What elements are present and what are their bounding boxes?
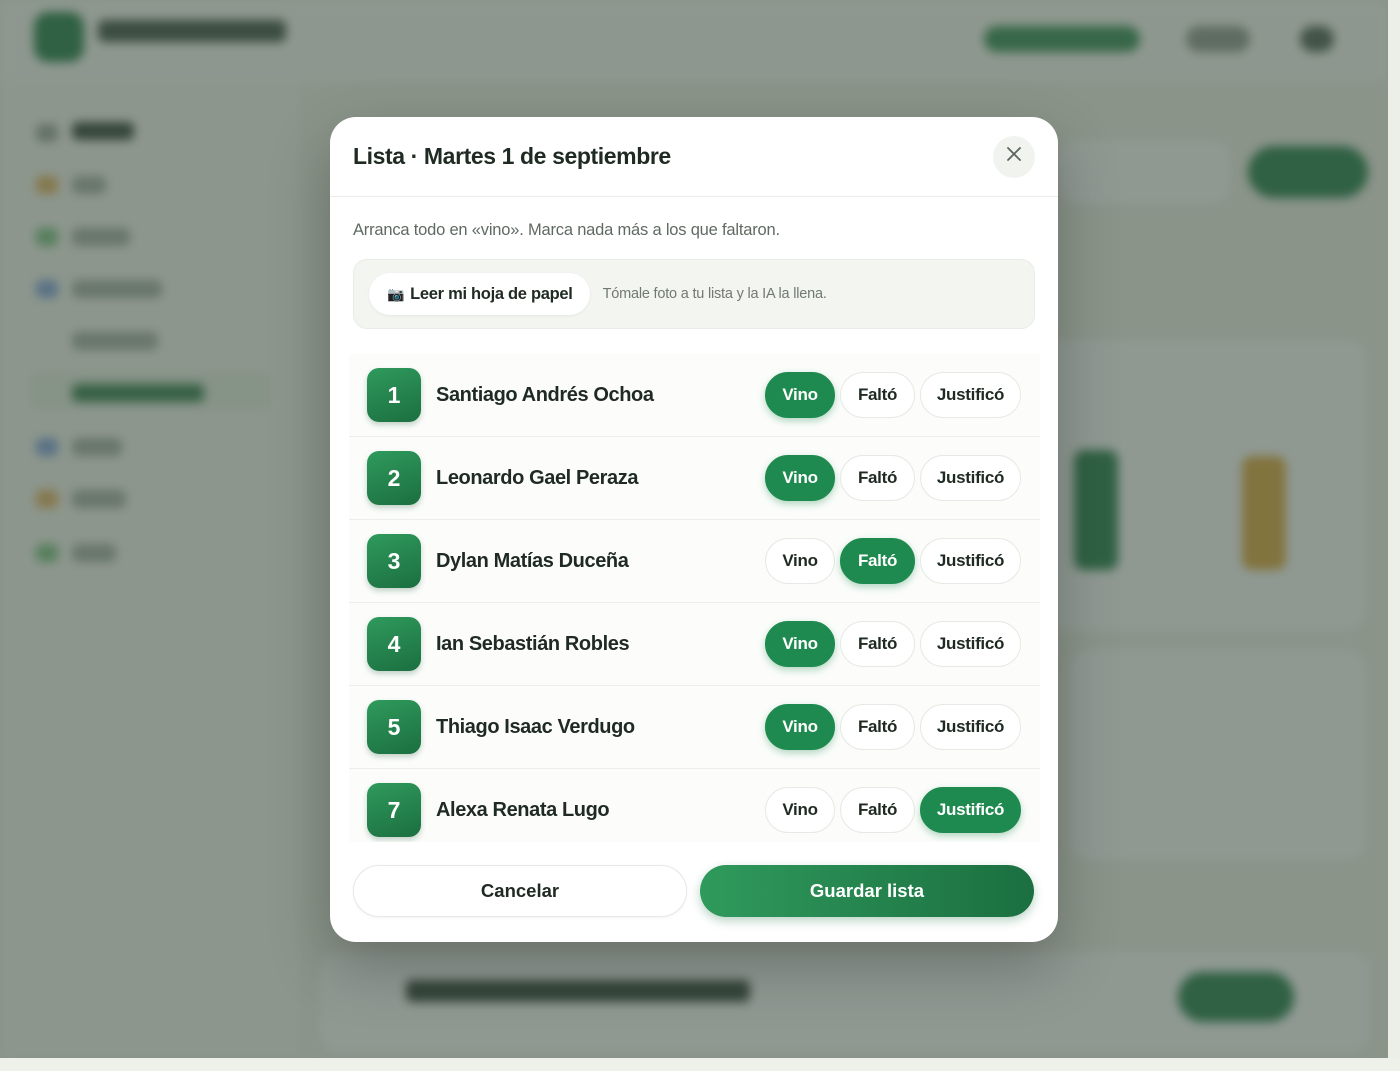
absent-option-button[interactable]: Faltó	[840, 455, 915, 501]
read-paper-sheet-button[interactable]: 📷 Leer mi hoja de papel	[369, 273, 590, 315]
student-name: Leonardo Gael Peraza	[436, 466, 639, 489]
student-number-badge: 5	[367, 700, 421, 754]
close-icon	[1005, 145, 1023, 168]
excused-option-button[interactable]: Justificó	[920, 538, 1021, 584]
present-option-button[interactable]: Vino	[765, 787, 835, 833]
student-number-badge: 3	[367, 534, 421, 588]
save-list-button[interactable]: Guardar lista	[700, 865, 1034, 917]
bottom-strip	[0, 1058, 1400, 1071]
excused-option-button[interactable]: Justificó	[920, 372, 1021, 418]
student-number-badge: 4	[367, 617, 421, 671]
excused-option-button[interactable]: Justificó	[920, 621, 1021, 667]
absent-option-button[interactable]: Faltó	[840, 372, 915, 418]
present-option-button[interactable]: Vino	[765, 455, 835, 501]
absent-option-button[interactable]: Faltó	[840, 787, 915, 833]
absent-option-button[interactable]: Faltó	[840, 704, 915, 750]
student-row: 4 Ian Sebastián Robles Vino Faltó Justificó	[349, 603, 1040, 686]
student-name: Ian Sebastián Robles	[436, 632, 630, 655]
student-number-badge: 2	[367, 451, 421, 505]
ocr-hint: Tómale foto a tu lista y la IA la llena.	[602, 286, 827, 302]
attendance-options: Vino Faltó Justificó	[765, 372, 1021, 418]
excused-option-button[interactable]: Justificó	[920, 455, 1021, 501]
student-row: 5 Thiago Isaac Verdugo Vino Faltó Justificó	[349, 686, 1040, 769]
student-name: Dylan Matías Duceña	[436, 549, 629, 572]
present-option-button[interactable]: Vino	[765, 621, 835, 667]
student-name: Thiago Isaac Verdugo	[436, 715, 635, 738]
camera-icon: 📷	[387, 285, 405, 302]
student-row: 3 Dylan Matías Duceña Vino Faltó Justificó	[349, 520, 1040, 603]
student-row: 2 Leonardo Gael Peraza Vino Faltó Justificó	[349, 437, 1040, 520]
student-number-badge: 1	[367, 368, 421, 422]
attendance-modal: Lista · Martes 1 de septiembre Arranca t…	[330, 117, 1058, 942]
absent-option-button[interactable]: Faltó	[840, 538, 915, 584]
excused-option-button[interactable]: Justificó	[920, 704, 1021, 750]
student-name: Santiago Andrés Ochoa	[436, 383, 654, 406]
modal-subtitle: Arranca todo en «vino». Marca nada más a…	[353, 221, 780, 239]
modal-title: Lista · Martes 1 de septiembre	[353, 143, 671, 169]
present-option-button[interactable]: Vino	[765, 538, 835, 584]
attendance-options: Vino Faltó Justificó	[765, 787, 1021, 833]
absent-option-button[interactable]: Faltó	[840, 621, 915, 667]
modal-header: Lista · Martes 1 de septiembre	[330, 117, 1058, 197]
ocr-panel: 📷 Leer mi hoja de papel Tómale foto a tu…	[353, 259, 1035, 329]
attendance-options: Vino Faltó Justificó	[765, 704, 1021, 750]
modal-footer: Cancelar Guardar lista	[353, 865, 1035, 917]
student-number-badge: 7	[367, 783, 421, 837]
present-option-button[interactable]: Vino	[765, 704, 835, 750]
present-option-button[interactable]: Vino	[765, 372, 835, 418]
excused-option-button[interactable]: Justificó	[920, 787, 1021, 833]
attendance-options: Vino Faltó Justificó	[765, 538, 1021, 584]
attendance-options: Vino Faltó Justificó	[765, 621, 1021, 667]
student-row: 7 Alexa Renata Lugo Vino Faltó Justificó	[349, 769, 1040, 842]
page-scrollbar[interactable]	[1388, 0, 1400, 1058]
attendance-options: Vino Faltó Justificó	[765, 455, 1021, 501]
student-row: 1 Santiago Andrés Ochoa Vino Faltó Justificó	[349, 354, 1040, 437]
close-button[interactable]	[993, 135, 1035, 178]
cancel-button[interactable]: Cancelar	[353, 865, 687, 917]
read-paper-sheet-label: Leer mi hoja de papel	[410, 284, 573, 303]
student-name: Alexa Renata Lugo	[436, 798, 610, 821]
student-list[interactable]: 1 Santiago Andrés Ochoa Vino Faltó Justificó…	[349, 354, 1040, 842]
